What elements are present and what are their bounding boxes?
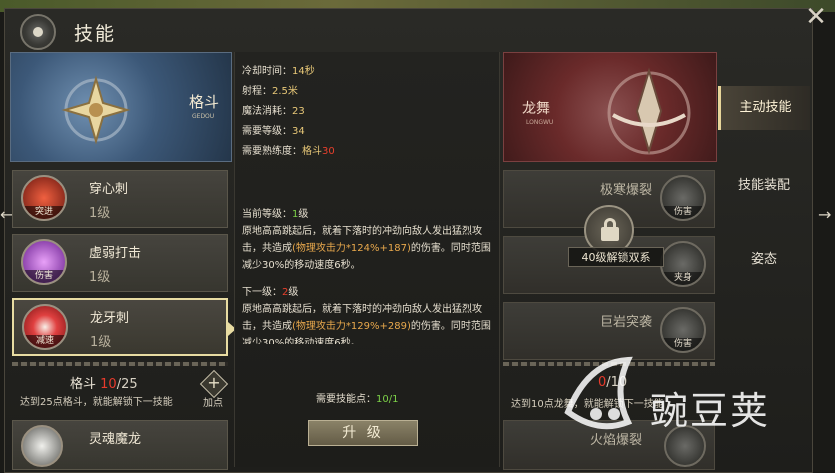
school-right-sub: LONGWU [526, 119, 554, 126]
progress-left-title: 格斗 10/25 [70, 377, 138, 392]
school-banner-left[interactable]: 格斗 GEDOU [10, 52, 232, 162]
right-skill-1-icon: 夹身 [660, 241, 706, 287]
lock-text: 40级解锁双系 [568, 247, 664, 267]
school-sub: GEDOU [192, 113, 215, 120]
tab-active-skills[interactable]: 主动技能 [718, 86, 810, 130]
right-skill-0-icon: 伤害 [660, 175, 706, 221]
right-skill-2-name: 巨岩突袭 [600, 315, 653, 330]
upgrade-button[interactable]: 升 级 [308, 420, 418, 446]
watermark-text: 豌豆荚 [650, 389, 771, 433]
school-banner-right[interactable]: 龙舞 LONGWU [503, 52, 717, 162]
right-skill-2-tag: 伤害 [662, 338, 704, 351]
tab-skill-loadout[interactable]: 技能装配 [718, 164, 810, 208]
skill-1-icon: 伤害 [21, 239, 67, 285]
stat-mastery: 需要熟练度：格斗30 [242, 146, 335, 157]
skill-2-name: 龙牙刺 [90, 311, 130, 326]
skill-1-level: 1级 [89, 270, 111, 285]
skill-0-level: 1级 [89, 206, 111, 221]
window-header: 技能 [8, 10, 813, 54]
chain-divider-left [12, 362, 228, 366]
current-level-block: 当前等级：1级 原地高高跳起后，就着下落时的冲劲向敌人发出猛烈攻击，共造成(物理… [242, 209, 491, 271]
plus-icon: + [207, 373, 221, 392]
fighting-school-icon [61, 75, 131, 145]
stat-cooldown: 冷却时间：14秒 [242, 66, 315, 77]
watermark: 豌豆荚 [558, 352, 808, 462]
stat-mana: 魔法消耗：23 [242, 106, 305, 117]
next-level-block: 下一级：2级 原地高高跳起后，就着下落时的冲劲向敌人发出猛烈攻击，共造成(物理攻… [242, 287, 491, 344]
skill-item-3[interactable]: 灵魂魔龙 [12, 420, 228, 470]
skill-2-icon: 减速 [22, 304, 68, 350]
skill-3-name: 灵魂魔龙 [89, 432, 142, 447]
right-skill-0-name: 极寒爆裂 [600, 183, 653, 198]
right-skill-2-icon: 伤害 [660, 307, 706, 353]
watermark-logo-icon [564, 356, 633, 430]
add-point-button[interactable]: + 加点 [199, 369, 229, 409]
next-arrow-icon[interactable]: → [818, 205, 831, 224]
skill-3-icon [21, 425, 63, 467]
tab-stance[interactable]: 姿态 [718, 238, 810, 282]
skill-item-1[interactable]: 伤害 虚弱打击 1级 [12, 234, 228, 292]
stat-req-level: 需要等级：34 [242, 126, 305, 137]
stat-range: 射程：2.5米 [242, 86, 298, 97]
skill-1-tag: 伤害 [23, 270, 65, 283]
skill-0-name: 穿心刺 [89, 182, 129, 197]
skill-1-name: 虚弱打击 [89, 246, 142, 261]
right-skill-1-tag: 夹身 [662, 272, 704, 285]
right-skill-0-tag: 伤害 [662, 206, 704, 219]
skill-0-tag: 突进 [23, 206, 65, 219]
add-point-label: 加点 [203, 398, 223, 409]
progress-left-desc: 达到25点格斗，就能解锁下一技能 [20, 397, 173, 408]
close-button[interactable]: ✕ [803, 4, 829, 30]
skill-item-2-selected[interactable]: 减速 龙牙刺 1级 [12, 298, 236, 356]
skill-item-0[interactable]: 突进 穿心刺 1级 [12, 170, 228, 228]
skill-0-icon: 突进 [21, 175, 67, 221]
skill-2-tag: 减速 [24, 335, 66, 348]
window-emblem-icon [20, 14, 56, 50]
skill-2-level: 1级 [90, 335, 112, 350]
dragon-dance-school-icon [607, 67, 691, 155]
school-name: 格斗 [189, 93, 220, 111]
school-right-name: 龙舞 [522, 101, 550, 117]
window-title: 技能 [74, 22, 117, 45]
need-skill-points: 需要技能点：10/1 [316, 394, 399, 405]
